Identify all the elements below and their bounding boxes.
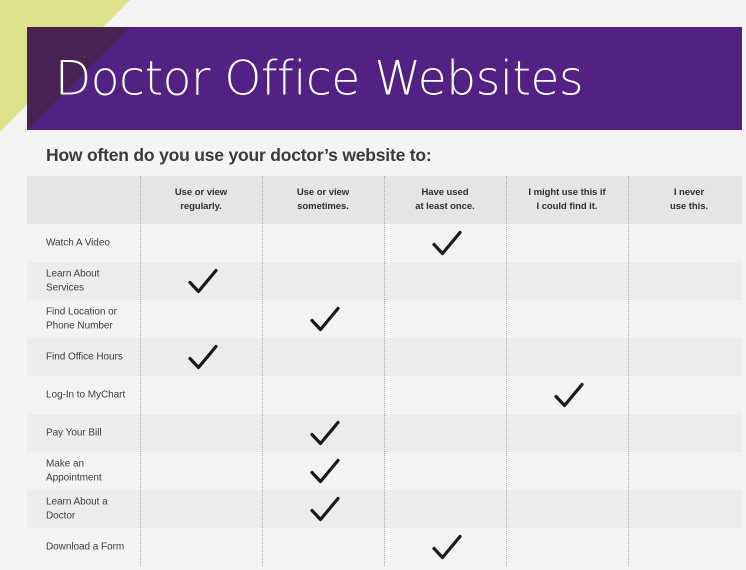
row-label-row-find-office-hours: Find Office Hours	[46, 351, 123, 363]
row-label-row-pay-your-bill: Pay Your Bill	[46, 427, 102, 439]
checkmark-icon	[308, 494, 342, 524]
row-label-row-log-in-mychart: Log-In to MyChart	[46, 389, 126, 401]
row-label-row-find-location: Find Location or Phone Number	[46, 306, 117, 332]
column-header-col-sometimes: Use or view sometimes.	[262, 176, 384, 224]
column-divider	[384, 176, 385, 566]
column-header-line1: I never	[673, 187, 705, 199]
checkmark-icon	[430, 532, 464, 562]
column-header-line2: sometimes.	[297, 201, 349, 212]
column-divider	[140, 176, 141, 566]
column-header-line1: I might use this if	[528, 187, 606, 199]
column-header-col-regularly: Use or view regularly.	[140, 176, 262, 224]
row-label-row-watch-a-video: Watch A Video	[46, 237, 110, 249]
survey-matrix-table: Use or view regularly. Use or view sometime…	[27, 176, 742, 566]
checkmark-icon	[308, 456, 342, 486]
column-divider	[628, 176, 629, 566]
checkmark-icon	[552, 380, 586, 410]
checkmark-icon	[186, 266, 220, 296]
column-header-col-might-use: I might use this if I could find it.	[506, 176, 628, 224]
row-label-row-learn-about-a-doctor: Learn About a Doctor	[46, 496, 108, 522]
question-subtitle: How often do you use your doctor’s websi…	[46, 145, 432, 165]
row-label-row-learn-about-services: Learn About Services	[46, 268, 100, 294]
column-header-line1: Use or view	[174, 187, 228, 199]
column-divider	[506, 176, 507, 566]
row-label-row-make-an-appointment: Make an Appointment	[46, 458, 102, 484]
page-title: Doctor Office Websites	[55, 51, 584, 106]
checkmark-icon	[308, 418, 342, 448]
column-header-col-never: I never use this.	[628, 176, 746, 224]
column-header-line2: regularly.	[180, 201, 222, 212]
column-divider	[262, 176, 263, 566]
column-header-line1: Have used	[421, 187, 469, 199]
checkmark-icon	[430, 228, 464, 258]
checkmark-icon	[186, 342, 220, 372]
row-label-row-download-a-form: Download a Form	[46, 541, 125, 553]
column-header-line2: use this.	[669, 201, 709, 212]
column-header-col-at-least-once: Have used at least once.	[384, 176, 506, 224]
column-header-line1: Use or view	[296, 187, 350, 199]
column-header-line2: I could find it.	[536, 201, 598, 212]
checkmark-icon	[308, 304, 342, 334]
title-banner: Doctor Office Websites	[27, 27, 742, 130]
column-header-line2: at least once.	[415, 201, 475, 212]
